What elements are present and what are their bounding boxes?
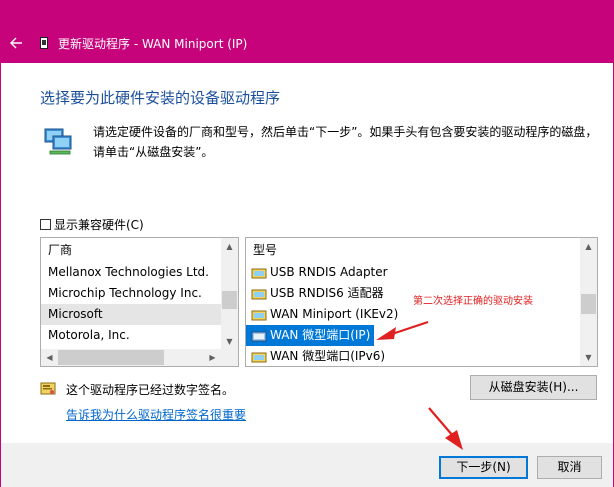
title-bar[interactable]: 更新驱动程序 - WAN Miniport (IP) xyxy=(0,0,614,63)
network-adapter-icon xyxy=(251,268,267,278)
window-title: 更新驱动程序 - WAN Miniport (IP) xyxy=(58,37,248,51)
network-adapter-icon xyxy=(251,310,267,320)
compat-hardware-label: 显示兼容硬件(C) xyxy=(54,218,144,232)
signature-status-text: 这个驱动程序已经过数字签名。 xyxy=(66,383,235,397)
scroll-down-arrow-icon[interactable]: ▼ xyxy=(580,349,597,366)
next-button[interactable]: 下一步(N) xyxy=(439,456,528,479)
page-heading: 选择要为此硬件安装的设备驱动程序 xyxy=(40,89,281,107)
compat-hardware-toggle[interactable]: 显示兼容硬件(C) xyxy=(40,216,144,233)
scroll-right-arrow-icon[interactable]: ▶ xyxy=(204,349,221,366)
window-border-left xyxy=(0,63,1,487)
list-item[interactable]: Mellanox Technologies Ltd. xyxy=(41,262,221,283)
instruction-text: 请选定硬件设备的厂商和型号，然后单击“下一步”。如果手头有包含要安装的驱动程序的… xyxy=(93,125,598,159)
manufacturer-list[interactable]: 厂商 Mellanox Technologies Ltd. Microchip … xyxy=(40,237,239,367)
list-item[interactable]: USB RNDIS Adapter xyxy=(246,262,580,283)
scrollbar-corner xyxy=(221,349,238,366)
signature-info-link[interactable]: 告诉我为什么驱动程序签名很重要 xyxy=(66,406,246,423)
back-arrow-icon[interactable] xyxy=(9,36,23,50)
certificate-icon xyxy=(40,382,56,395)
list-item[interactable]: Motorola, Inc. xyxy=(41,325,221,346)
cancel-button[interactable]: 取消 xyxy=(537,456,602,479)
dialog-window: 更新驱动程序 - WAN Miniport (IP) 选择要为此硬件安装的设备驱… xyxy=(0,0,614,487)
red-annotation-text: 第二次选择正确的驱动安装 xyxy=(413,296,533,307)
manufacturer-horizontal-scrollbar[interactable]: ◀ ▶ xyxy=(41,349,238,366)
list-item-selected[interactable]: Microsoft xyxy=(41,304,221,325)
list-item[interactable]: WAN 微型端口(IPv6) xyxy=(246,346,580,366)
list-item-selected[interactable]: WAN 微型端口(IP) xyxy=(246,325,374,346)
list-item[interactable]: Microchip Technology Inc. xyxy=(41,283,221,304)
scroll-thumb[interactable] xyxy=(581,294,596,314)
hardware-network-icon xyxy=(44,128,72,155)
model-vertical-scrollbar[interactable]: ▲ ▼ xyxy=(580,238,597,366)
device-icon xyxy=(40,37,48,49)
network-adapter-icon xyxy=(251,352,267,362)
manufacturer-vertical-scrollbar[interactable]: ▲ ▼ xyxy=(221,238,238,350)
scroll-thumb[interactable] xyxy=(58,350,164,365)
network-adapter-icon xyxy=(251,331,267,341)
manufacturer-list-header: 厂商 xyxy=(48,243,73,257)
compat-hardware-checkbox[interactable] xyxy=(40,219,51,230)
scroll-thumb[interactable] xyxy=(222,291,237,309)
scroll-left-arrow-icon[interactable]: ◀ xyxy=(41,349,58,366)
network-adapter-icon xyxy=(251,289,267,299)
have-disk-button[interactable]: 从磁盘安装(H)... xyxy=(470,375,597,400)
scroll-up-arrow-icon[interactable]: ▲ xyxy=(221,238,238,255)
model-items: USB RNDIS Adapter USB RNDIS6 适配器 WAN Min… xyxy=(246,262,580,366)
manufacturer-items: Mellanox Technologies Ltd. Microchip Tec… xyxy=(41,262,221,346)
list-item[interactable]: WAN Miniport (IKEv2) xyxy=(246,304,580,325)
scroll-down-arrow-icon[interactable]: ▼ xyxy=(221,333,238,350)
model-list-header: 型号 xyxy=(253,243,278,257)
scroll-up-arrow-icon[interactable]: ▲ xyxy=(580,238,597,255)
